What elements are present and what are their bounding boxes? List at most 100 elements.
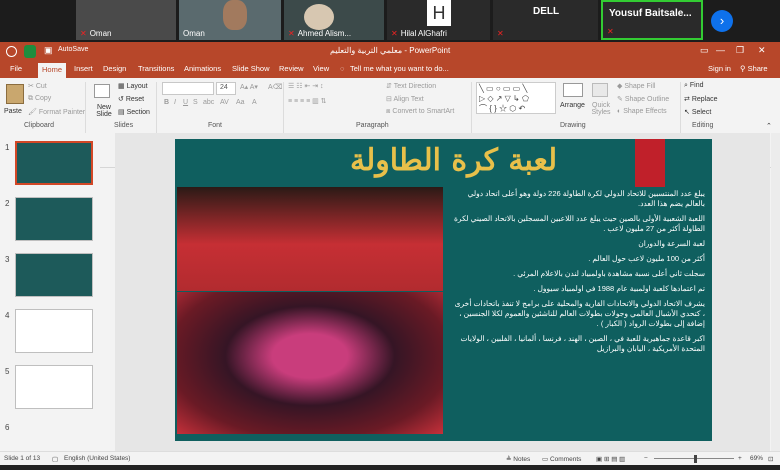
brush-icon: 🖌 xyxy=(28,109,39,116)
spacing-icon[interactable]: AV xyxy=(220,99,229,106)
arrange-button[interactable]: Arrange xyxy=(560,102,585,109)
maximize-icon[interactable]: ❐ xyxy=(736,45,744,56)
tab-home[interactable]: Home xyxy=(38,63,67,78)
quick-styles-button[interactable]: Quick Styles xyxy=(588,102,614,116)
slide-title[interactable]: لعبة كرة الطاولة xyxy=(350,143,557,178)
bullet-item: يبلغ عدد المنتسبين للاتحاد الدولي لكرة ا… xyxy=(467,189,705,208)
slide-thumb-3[interactable] xyxy=(15,253,93,297)
autosave-toggle[interactable] xyxy=(6,46,17,57)
text-direction-button[interactable]: ⇵ Text Direction xyxy=(386,82,436,90)
comments-button[interactable]: ▭ Comments xyxy=(542,455,581,463)
align-icons[interactable]: ≡ ≡ ≡ ≡ ▥ ⇅ xyxy=(288,97,327,105)
reset-button[interactable]: ↺ Reset xyxy=(118,95,144,103)
participant-tile[interactable]: DELL ✕ xyxy=(493,0,598,40)
tab-animations[interactable]: Animations xyxy=(184,64,221,73)
new-slide-icon[interactable] xyxy=(94,84,110,98)
minimize-icon[interactable]: — xyxy=(716,45,725,55)
clear-format-icon[interactable]: A⌫ xyxy=(268,83,283,91)
stadium-crowd-photo[interactable] xyxy=(177,292,443,434)
underline-icon[interactable]: U xyxy=(183,99,188,106)
tab-insert[interactable]: Insert xyxy=(74,64,93,73)
zoom-slider-thumb[interactable] xyxy=(694,455,697,463)
select-button[interactable]: ↖ Select xyxy=(684,108,711,116)
zoom-in-icon[interactable]: + xyxy=(738,455,742,462)
mic-muted-icon: ✕ xyxy=(80,29,87,38)
shape-effects-button[interactable]: ◐ Shape Effects xyxy=(617,108,667,115)
save-icon[interactable]: ▣ xyxy=(44,45,53,56)
arrange-icon[interactable] xyxy=(563,83,583,97)
next-participants-button[interactable]: › xyxy=(711,10,733,32)
slide-thumb-1[interactable] xyxy=(15,141,93,185)
participant-tile[interactable]: H ✕ Hilal AlGhafri xyxy=(387,0,490,40)
tab-slide-show[interactable]: Slide Show xyxy=(232,64,270,73)
find-button[interactable]: ⌕ Find xyxy=(684,82,704,90)
table-tennis-hall-photo[interactable] xyxy=(177,187,443,291)
participant-tile[interactable]: ✕ Ahmed Alism... xyxy=(284,0,384,40)
tab-review[interactable]: Review xyxy=(279,64,304,73)
cut-button[interactable]: ✂ Cut xyxy=(28,82,47,90)
bullet-item: لعبة السرعة والدوران xyxy=(638,239,705,248)
text-direction-label: Text Direction xyxy=(393,83,437,90)
copy-button[interactable]: ⧉ Copy xyxy=(28,95,51,103)
mic-muted-icon: ✕ xyxy=(391,29,398,38)
shadow-icon[interactable]: S xyxy=(193,99,198,106)
spellcheck-icon[interactable]: ▢ xyxy=(52,455,58,463)
participant-tile[interactable]: Oman xyxy=(179,0,281,40)
convert-smartart-button[interactable]: ⧈ Convert to SmartArt xyxy=(386,108,454,116)
slide-number: 4 xyxy=(5,311,10,320)
zoom-out-icon[interactable]: − xyxy=(644,455,648,462)
tab-file[interactable]: File xyxy=(10,64,22,73)
vertical-scrollbar[interactable] xyxy=(771,133,780,451)
font-size-box[interactable]: 24 xyxy=(216,82,236,95)
grow-font-icon[interactable]: A▴ A▾ xyxy=(240,83,258,91)
bullet-item: اكبر قاعدة جماهيرية للعبة في ، الصين ، ا… xyxy=(460,334,705,353)
ribbon-display-icon[interactable]: ▭ xyxy=(700,45,709,56)
bullet-item: تم اعتمادها كلعبة اولمبية عام 1988 في او… xyxy=(533,284,705,293)
shape-outline-button[interactable]: ✎ Shape Outline xyxy=(617,95,669,103)
tab-design[interactable]: Design xyxy=(103,64,126,73)
slide[interactable]: لعبة كرة الطاولة يبلغ عدد المنتسبين للات… xyxy=(175,139,712,441)
person-icon: ⚲ xyxy=(740,64,748,73)
bullet-list[interactable]: يبلغ عدد المنتسبين للاتحاد الدولي لكرة ا… xyxy=(453,189,705,359)
section-button[interactable]: ▤ Section xyxy=(118,108,150,116)
collapse-ribbon-icon[interactable]: ⌃ xyxy=(766,122,772,130)
paste-icon[interactable] xyxy=(6,84,24,104)
participant-tile[interactable]: ✕ Oman xyxy=(76,0,176,40)
change-case-icon[interactable]: Aa xyxy=(236,99,245,106)
align-text-button[interactable]: ⊟ Align Text xyxy=(386,95,424,103)
replace-button[interactable]: ⇄ Replace xyxy=(684,95,718,103)
fit-slide-icon[interactable]: ⊡ xyxy=(768,455,773,463)
participant-name: Ahmed Alism... xyxy=(297,29,352,38)
notes-button[interactable]: ≜ Notes xyxy=(506,455,530,463)
section-icon: ▤ xyxy=(118,109,127,116)
cursor-icon: ↖ xyxy=(684,109,692,116)
group-editing: Editing xyxy=(692,122,714,129)
zoom-level[interactable]: 69% xyxy=(750,455,763,462)
paste-button[interactable]: Paste xyxy=(4,108,22,115)
tell-me-box[interactable]: Tell me what you want to do... xyxy=(350,64,449,73)
bold-icon[interactable]: B xyxy=(164,99,169,106)
sign-in-link[interactable]: Sign in xyxy=(708,64,731,73)
layout-button[interactable]: ▦ Layout xyxy=(118,82,148,90)
share-button[interactable]: ⚲ Share xyxy=(740,64,768,73)
tab-view[interactable]: View xyxy=(313,64,329,73)
slide-thumb-4[interactable] xyxy=(15,309,93,353)
new-slide-button[interactable]: New Slide xyxy=(92,104,116,118)
shape-fill-button[interactable]: ◆ Shape Fill xyxy=(617,82,655,90)
strikethrough-icon[interactable]: abc xyxy=(203,99,214,106)
tab-transitions[interactable]: Transitions xyxy=(138,64,174,73)
view-buttons[interactable]: ▣ ⊞ ▤ ▥ xyxy=(596,455,625,463)
quick-styles-icon[interactable] xyxy=(592,83,608,97)
font-color-icon[interactable]: A xyxy=(252,99,257,106)
participant-name: Oman xyxy=(183,29,205,38)
slide-thumb-5[interactable] xyxy=(15,365,93,409)
close-icon[interactable]: ✕ xyxy=(758,45,766,56)
format-painter-button[interactable]: 🖌 Format Painter xyxy=(28,108,85,116)
italic-icon[interactable]: I xyxy=(174,99,176,106)
language-indicator[interactable]: English (United States) xyxy=(64,455,130,462)
bullets-icon[interactable]: ☰ ☷ ⇤ ⇥ ↕ xyxy=(288,82,324,90)
shapes-gallery[interactable]: ╲ ▭ ○ ▭ ▭ ╲ ▷ ◇ ↗ ▽ ↳ ⬠ ⌒ { } ☆ ⬡ ↶ xyxy=(476,82,556,114)
font-name-box[interactable] xyxy=(162,82,214,95)
slide-thumb-2[interactable] xyxy=(15,197,93,241)
participant-tile-active[interactable]: Yousuf Baitsale... ✕ xyxy=(601,0,703,40)
